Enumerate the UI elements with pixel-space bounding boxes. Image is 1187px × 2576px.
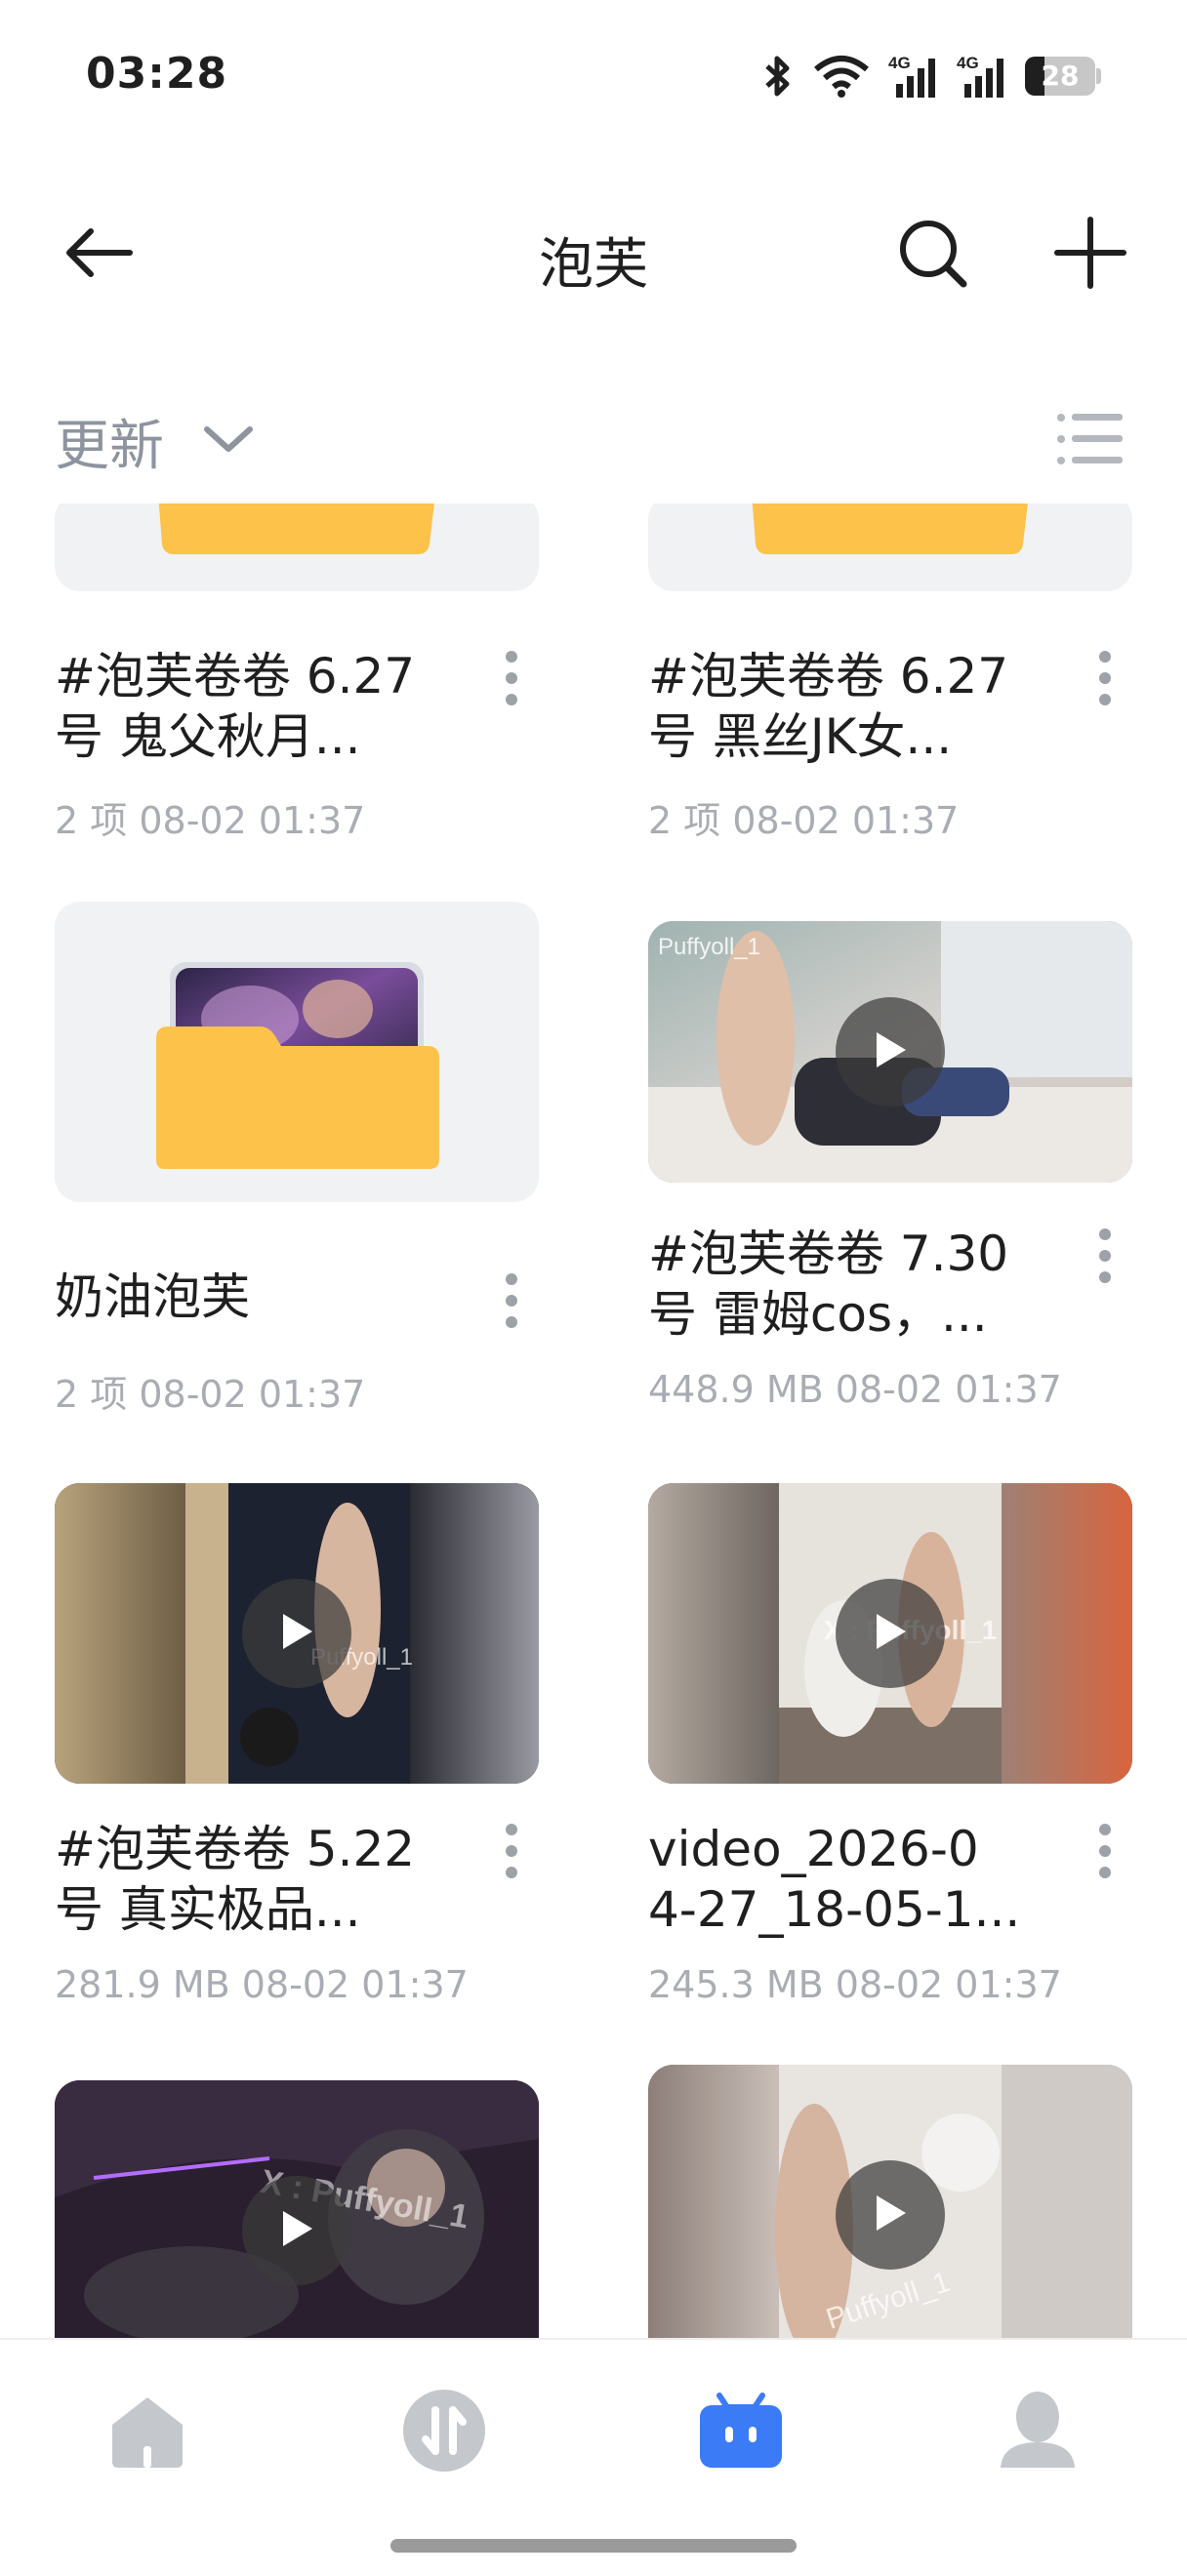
page-title: 泡芙 <box>539 233 648 297</box>
status-time: 03:28 <box>86 49 228 99</box>
sort-bar: 更新 <box>0 390 1187 492</box>
more-options-button[interactable] <box>1078 634 1132 722</box>
bluetooth-icon <box>761 53 795 100</box>
play-icon <box>277 1610 316 1657</box>
add-button[interactable] <box>1046 211 1134 299</box>
play-icon <box>871 2192 910 2238</box>
sort-dropdown[interactable]: 更新 <box>55 402 256 480</box>
item-meta: 281.9 MB 08-02 01:37 <box>55 1963 469 2006</box>
play-button[interactable] <box>242 1579 351 1688</box>
video-thumbnail[interactable]: Puffyoll_1 <box>648 921 1132 1183</box>
home-indicator[interactable] <box>390 2539 797 2553</box>
status-icons: 4G 4G 28 <box>761 51 1101 101</box>
svg-text:4G: 4G <box>957 54 979 72</box>
play-icon <box>871 1610 910 1657</box>
transfer-icon <box>402 2389 486 2476</box>
sort-label: 更新 <box>55 414 164 478</box>
arrow-left-icon <box>61 223 136 286</box>
battery-level: 28 <box>1041 60 1080 92</box>
play-icon <box>277 2207 316 2254</box>
item-meta: 2 项 08-02 01:37 <box>55 1373 366 1416</box>
play-button[interactable] <box>836 2160 945 2270</box>
item-name[interactable]: #泡芙卷卷 5.22 号 真实极品... <box>55 1819 465 1940</box>
play-button[interactable] <box>836 997 945 1107</box>
item-name[interactable]: 奶油泡芙 <box>55 1267 465 1327</box>
video-thumbnail[interactable]: X : Puffyoll_1 <box>648 1483 1132 1784</box>
more-options-button[interactable] <box>484 634 539 722</box>
more-options-button[interactable] <box>484 1257 539 1345</box>
plus-icon <box>1053 216 1127 294</box>
nav-files[interactable] <box>668 2340 814 2525</box>
svg-text:4G: 4G <box>888 54 911 72</box>
profile-icon <box>999 2390 1077 2475</box>
search-button[interactable] <box>888 211 976 299</box>
more-options-button[interactable] <box>1078 1807 1132 1895</box>
header: 泡芙 <box>0 185 1187 322</box>
item-name[interactable]: video_2026-0 4-27_18-05-1... <box>648 1819 1058 1940</box>
item-name[interactable]: #泡芙卷卷 6.27 号 鬼父秋月... <box>55 646 465 767</box>
search-icon <box>895 216 969 294</box>
battery-icon: 28 <box>1025 57 1101 96</box>
play-icon <box>871 1028 910 1075</box>
wifi-icon <box>812 54 871 99</box>
video-thumbnail[interactable]: Puffyoll_1 <box>648 2065 1132 2338</box>
play-button[interactable] <box>836 1579 945 1688</box>
item-meta: 448.9 MB 08-02 01:37 <box>648 1368 1062 1411</box>
bottom-nav <box>0 2338 1187 2576</box>
more-options-button[interactable] <box>1078 1212 1132 1300</box>
watermark-text: Puffyoll_1 <box>658 934 760 960</box>
nav-transfer[interactable] <box>371 2340 517 2525</box>
list-view-icon <box>1056 410 1123 472</box>
video-thumbnail[interactable]: X : Puffyoll_1 <box>55 2080 539 2338</box>
item-name[interactable]: #泡芙卷卷 6.27 号 黑丝JK女... <box>648 646 1058 767</box>
folder-thumbnail[interactable] <box>55 902 539 1202</box>
chevron-down-icon <box>201 422 256 461</box>
signal-4g-icon: 4G <box>957 53 1007 100</box>
play-button[interactable] <box>242 2176 351 2285</box>
folder-thumbnail[interactable] <box>648 503 1132 591</box>
back-button[interactable] <box>55 211 143 299</box>
folder-thumbnail[interactable] <box>55 503 539 591</box>
more-options-button[interactable] <box>484 1807 539 1895</box>
item-meta: 2 项 08-02 01:37 <box>55 799 366 842</box>
view-toggle-button[interactable] <box>1050 404 1128 478</box>
file-grid[interactable]: #泡芙卷卷 6.27 号 鬼父秋月... 2 项 08-02 01:37 #泡芙… <box>0 503 1187 2338</box>
nav-home[interactable] <box>74 2340 221 2525</box>
files-icon <box>698 2392 784 2474</box>
item-meta: 245.3 MB 08-02 01:37 <box>648 1963 1062 2006</box>
nav-profile[interactable] <box>964 2340 1111 2525</box>
item-name[interactable]: #泡芙卷卷 7.30 号 雷姆cos，... <box>648 1224 1058 1345</box>
video-thumbnail[interactable]: Puffyoll_1 <box>55 1483 539 1784</box>
home-icon <box>106 2392 188 2474</box>
status-bar: 03:28 4G 4G 28 <box>0 0 1187 156</box>
item-meta: 2 项 08-02 01:37 <box>648 799 960 842</box>
signal-4g-icon: 4G <box>888 53 939 100</box>
